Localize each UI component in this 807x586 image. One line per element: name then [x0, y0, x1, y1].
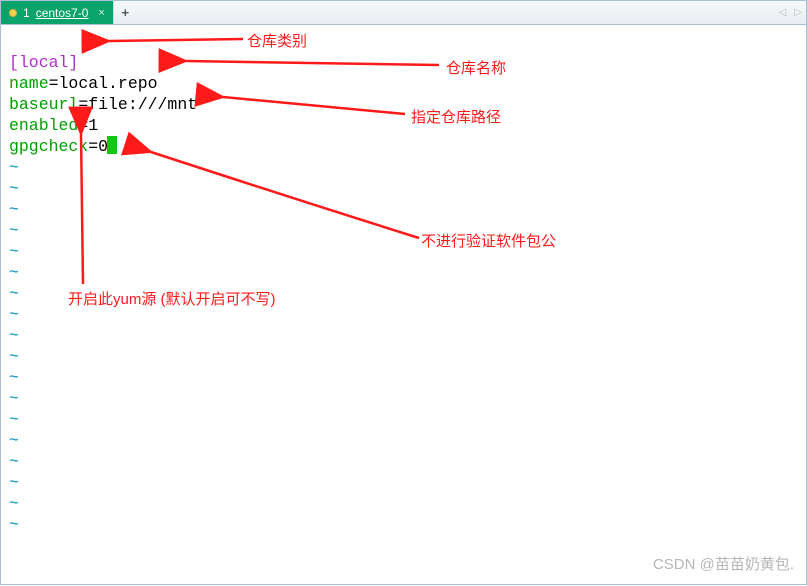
annotation-baseurl: 指定仓库路径	[411, 106, 501, 127]
annotation-enabled: 开启此yum源 (默认开启可不写)	[68, 288, 276, 309]
annotation-gpgcheck: 不进行验证软件包公	[421, 230, 556, 251]
close-icon[interactable]: ×	[98, 7, 104, 19]
new-tab-button[interactable]: +	[113, 1, 137, 24]
session-status-icon	[9, 9, 17, 17]
eq: =	[88, 137, 98, 156]
val-baseurl: file:///mnt	[88, 95, 197, 114]
eq: =	[49, 74, 59, 93]
tab-nav-arrows: ◁ ▷	[779, 1, 802, 24]
editor-content[interactable]: [local] name=local.repo baseurl=file:///…	[9, 31, 197, 535]
watermark: CSDN @苗苗奶黄包.	[653, 553, 794, 574]
val-name: local.repo	[59, 74, 158, 93]
key-name: name	[9, 74, 49, 93]
annotation-repo-category: 仓库类别	[247, 30, 307, 51]
bracket-open: [	[9, 53, 19, 72]
key-gpgcheck: gpgcheck	[9, 137, 88, 156]
bracket-close: ]	[68, 53, 78, 72]
key-enabled: enabled	[9, 116, 78, 135]
tab-bar: 1 centos7-0 × + ◁ ▷	[1, 1, 806, 25]
tab-nav-right-icon[interactable]: ▷	[794, 7, 802, 18]
key-baseurl: baseurl	[9, 95, 78, 114]
tab-nav-left-icon[interactable]: ◁	[779, 7, 787, 18]
tilde-lines: ~ ~ ~ ~ ~ ~ ~ ~ ~ ~ ~ ~ ~ ~ ~ ~ ~ ~	[9, 157, 197, 535]
eq: =	[78, 95, 88, 114]
tab-title: centos7-0	[36, 6, 89, 20]
tab-index: 1	[23, 6, 30, 20]
val-enabled: 1	[88, 116, 98, 135]
tab-centos7-0[interactable]: 1 centos7-0 ×	[1, 1, 113, 24]
cursor	[107, 136, 117, 154]
eq: =	[78, 116, 88, 135]
section-name: local	[19, 53, 69, 72]
annotation-repo-name: 仓库名称	[446, 57, 506, 78]
